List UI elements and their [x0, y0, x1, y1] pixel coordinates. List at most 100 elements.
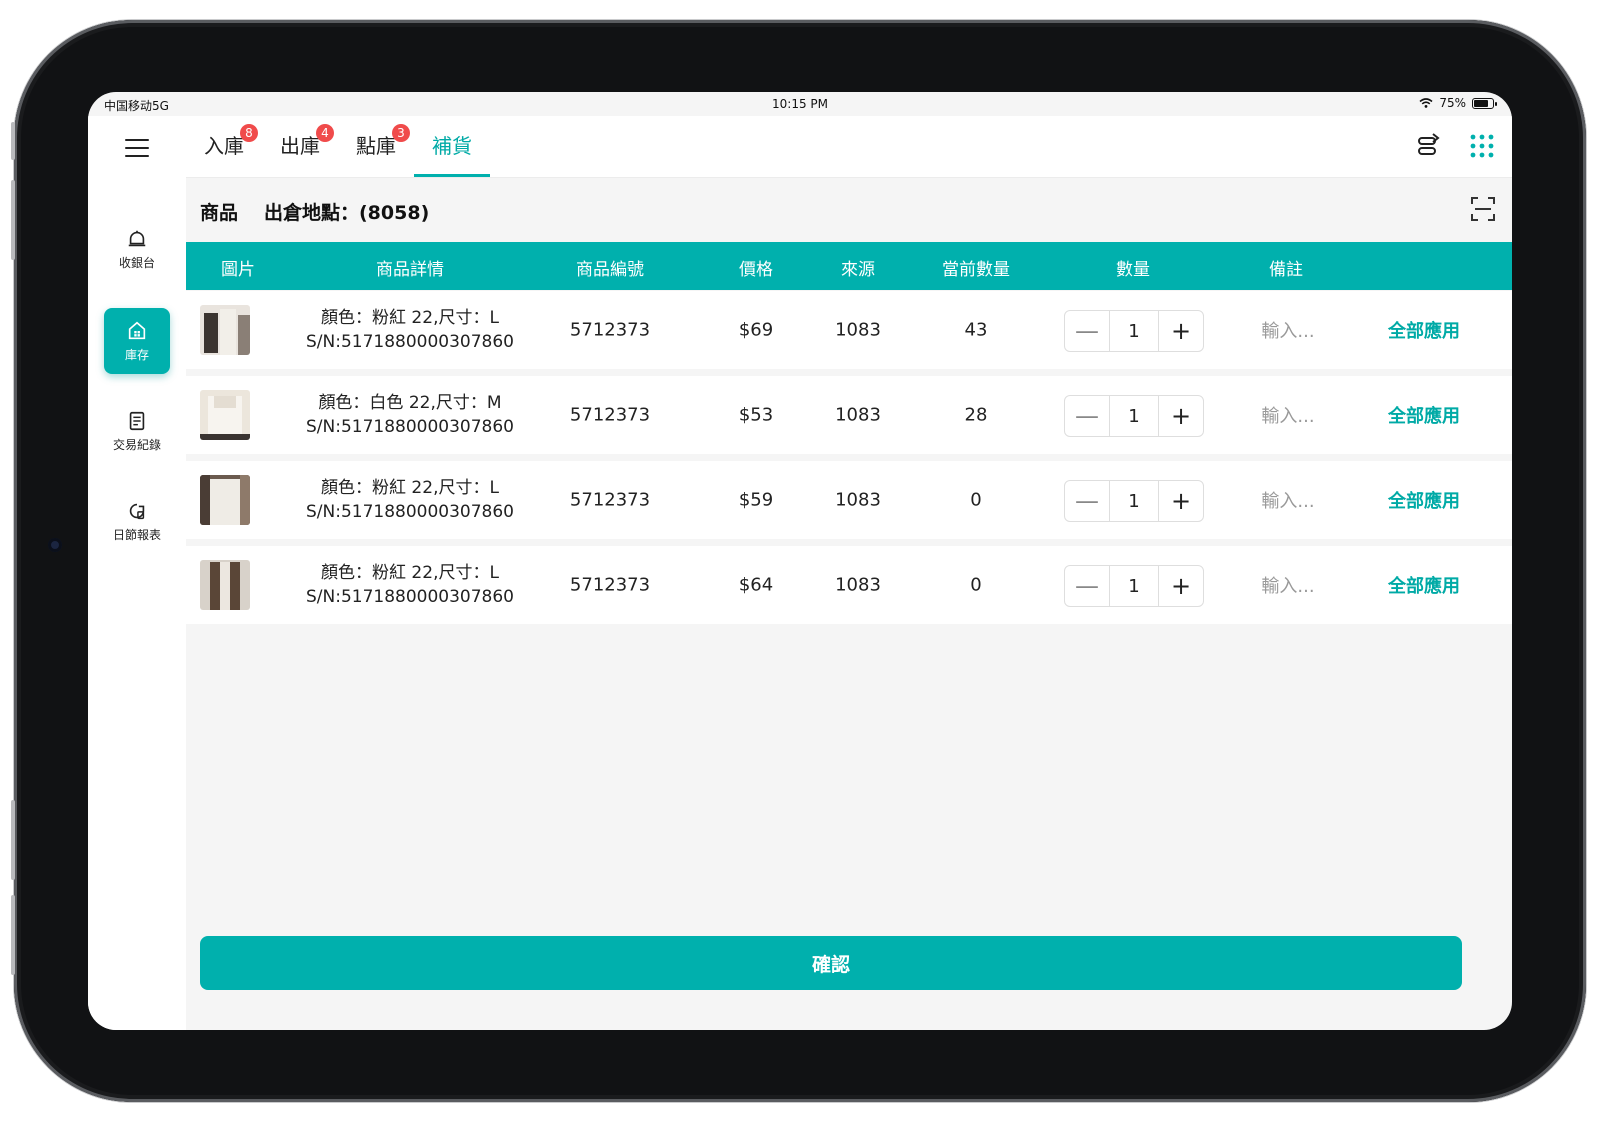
- front-camera: [48, 538, 62, 552]
- side-button: [11, 800, 15, 880]
- product-serial: S/N:5171880000307860: [305, 587, 515, 607]
- count-badge: 4: [316, 124, 334, 142]
- increment-button[interactable]: +: [1159, 311, 1203, 351]
- increment-button[interactable]: +: [1159, 566, 1203, 606]
- tab-label: 出庫: [280, 134, 320, 158]
- side-button: [11, 895, 15, 975]
- quantity-stepper: — 1 +: [1064, 480, 1204, 522]
- column-header: 商品編號: [576, 260, 644, 280]
- column-header: 備註: [1269, 260, 1303, 280]
- current-quantity: 28: [964, 404, 988, 426]
- column-header: 圖片: [221, 260, 255, 280]
- confirm-button[interactable]: 確認: [200, 936, 1462, 990]
- product-serial: S/N:5171880000307860: [305, 502, 515, 522]
- product-image: [200, 560, 250, 610]
- increment-button[interactable]: +: [1159, 396, 1203, 436]
- quantity-stepper: — 1 +: [1064, 310, 1204, 352]
- warehouse-location: 出倉地點：(8058): [264, 202, 430, 224]
- note-input[interactable]: 輸入...: [1261, 402, 1314, 428]
- product-source: 1083: [835, 404, 881, 426]
- product-variant: 顏色：白色 22,尺寸：M: [318, 393, 502, 413]
- wifi-icon: [1419, 98, 1433, 108]
- increment-button[interactable]: +: [1159, 481, 1203, 521]
- product-source: 1083: [835, 319, 881, 341]
- tab-replenish[interactable]: 補貨: [432, 130, 472, 178]
- tab-stock-out[interactable]: 出庫 4: [280, 124, 334, 178]
- decrement-button[interactable]: —: [1065, 566, 1109, 606]
- bell-icon: [128, 230, 146, 246]
- column-header: 來源: [841, 260, 875, 280]
- tab-label: 入庫: [204, 134, 244, 158]
- quantity-value[interactable]: 1: [1109, 311, 1159, 351]
- sidebar-item-transactions[interactable]: 交易紀錄: [104, 398, 170, 464]
- current-quantity: 0: [970, 574, 982, 596]
- section-header: 商品 出倉地點：(8058): [186, 178, 1512, 242]
- note-input[interactable]: 輸入...: [1261, 317, 1314, 343]
- decrement-button[interactable]: —: [1065, 396, 1109, 436]
- count-badge: 8: [240, 124, 258, 142]
- column-header: 價格: [739, 260, 773, 280]
- product-source: 1083: [835, 574, 881, 596]
- active-tab-indicator: [414, 174, 490, 177]
- sidebar-item-cashier[interactable]: 收銀台: [104, 216, 170, 282]
- product-code: 5712373: [569, 489, 651, 511]
- quantity-value[interactable]: 1: [1109, 396, 1159, 436]
- sidebar-item-label: 日節報表: [112, 527, 161, 542]
- column-header: 當前數量: [942, 260, 1010, 280]
- store-icon: [128, 321, 146, 339]
- current-quantity: 0: [970, 489, 982, 511]
- product-variant: 顏色：粉紅 22,尺寸：L: [321, 308, 499, 328]
- column-header: 商品詳情: [376, 260, 444, 280]
- transfer-icon[interactable]: [1414, 132, 1442, 160]
- note-input[interactable]: 輸入...: [1261, 572, 1314, 598]
- tab-label: 補貨: [432, 134, 472, 158]
- report-icon: [129, 503, 145, 519]
- document-icon: [129, 411, 145, 430]
- quantity-value[interactable]: 1: [1109, 566, 1159, 606]
- product-price: $69: [738, 319, 774, 341]
- table-header: 圖片 商品詳情 商品編號 價格 來源 當前數量 數量 備註: [186, 242, 1512, 290]
- product-code: 5712373: [569, 404, 651, 426]
- sidebar-item-daily-report[interactable]: 日節報表: [104, 488, 170, 554]
- product-serial: S/N:5171880000307860: [305, 332, 515, 352]
- apply-all-button[interactable]: 全部應用: [1388, 317, 1460, 343]
- apply-all-button[interactable]: 全部應用: [1388, 572, 1460, 598]
- app-screen: 中国移动5G 10:15 PM 75% 收銀台 庫存 交易紀錄 日節報表 入庫 …: [88, 92, 1512, 1030]
- product-price: $59: [738, 489, 774, 511]
- product-image: [200, 390, 250, 440]
- apply-all-button[interactable]: 全部應用: [1388, 487, 1460, 513]
- count-badge: 3: [392, 124, 410, 142]
- apps-grid-icon[interactable]: [1468, 132, 1496, 160]
- sidebar: 收銀台 庫存 交易紀錄 日節報表: [88, 116, 186, 1030]
- table-row: 顏色：粉紅 22,尺寸：L S/N:5171880000307860 57123…: [186, 461, 1512, 539]
- product-serial: S/N:5171880000307860: [305, 417, 515, 437]
- decrement-button[interactable]: —: [1065, 481, 1109, 521]
- product-image: [200, 475, 250, 525]
- table-row: 顏色：粉紅 22,尺寸：L S/N:5171880000307860 57123…: [186, 546, 1512, 624]
- tab-stock-in[interactable]: 入庫 8: [204, 124, 258, 178]
- battery-percent: 75%: [1439, 96, 1466, 110]
- clock: 10:15 PM: [772, 97, 828, 111]
- product-price: $53: [738, 404, 774, 426]
- sidebar-item-label: 交易紀錄: [112, 437, 161, 452]
- apply-all-button[interactable]: 全部應用: [1388, 402, 1460, 428]
- table-row: 顏色：白色 22,尺寸：M S/N:5171880000307860 57123…: [186, 376, 1512, 454]
- section-title: 商品: [200, 202, 239, 224]
- status-bar: 中国移动5G 10:15 PM 75%: [88, 92, 1512, 116]
- scan-icon[interactable]: [1470, 196, 1496, 222]
- side-button: [11, 122, 15, 160]
- menu-icon[interactable]: [125, 139, 149, 157]
- decrement-button[interactable]: —: [1065, 311, 1109, 351]
- product-image: [200, 305, 250, 355]
- tab-stocktake[interactable]: 點庫 3: [356, 124, 410, 178]
- product-price: $64: [738, 574, 774, 596]
- tab-bar: 入庫 8 出庫 4 點庫 3 補貨: [186, 116, 1512, 178]
- note-input[interactable]: 輸入...: [1261, 487, 1314, 513]
- sidebar-item-label: 收銀台: [118, 255, 155, 270]
- quantity-value[interactable]: 1: [1109, 481, 1159, 521]
- sidebar-item-inventory[interactable]: 庫存: [104, 308, 170, 374]
- current-quantity: 43: [964, 319, 988, 341]
- column-header: 數量: [1116, 260, 1150, 280]
- product-source: 1083: [835, 489, 881, 511]
- sidebar-item-label: 庫存: [124, 347, 149, 362]
